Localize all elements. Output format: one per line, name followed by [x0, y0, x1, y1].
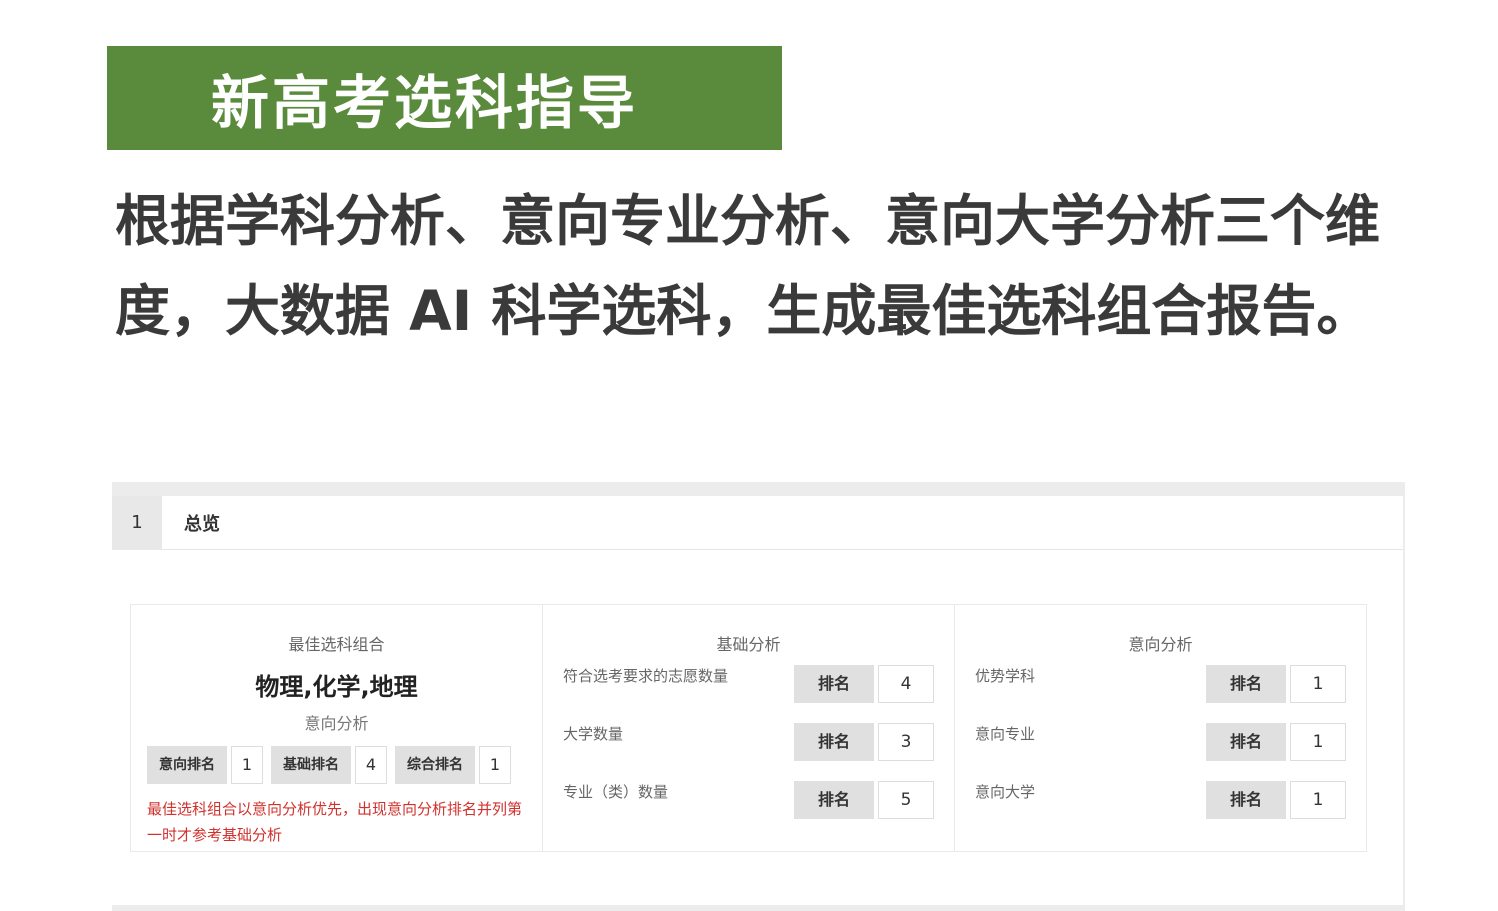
rank-value: 1: [1290, 781, 1346, 819]
tab-overview[interactable]: 总览: [184, 510, 220, 536]
banner-title: 新高考选科指导: [210, 69, 638, 137]
tab-bar: 1 总览: [112, 495, 1403, 550]
best-combo-title: 最佳选科组合: [288, 635, 385, 654]
basic-row: 大学数量 排名 3: [563, 713, 934, 771]
intent-row-label: 意向专业: [975, 725, 1036, 743]
rank-label: 排名: [1206, 723, 1286, 761]
basic-row-label: 专业（类）数量: [563, 783, 669, 801]
analysis-grid: 最佳选科组合 物理,化学,地理 意向分析 意向排名 1 基础排名 4 综合排名 …: [130, 604, 1367, 852]
intent-row: 意向专业 排名 1: [975, 713, 1346, 771]
intent-row-label: 优势学科: [975, 667, 1036, 685]
overview-panel: 1 总览 最佳选科组合 物理,化学,地理 意向分析 意向排名 1 基础排名 4 …: [112, 482, 1405, 908]
intent-analysis-title: 意向分析: [1128, 635, 1193, 654]
tab-number[interactable]: 1: [112, 495, 162, 550]
basic-rank-value: 4: [355, 746, 387, 784]
best-combo-note: 最佳选科组合以意向分析优先，出现意向分析排名并列第一时才参考基础分析: [147, 800, 523, 844]
basic-analysis-column: 基础分析 符合选考要求的志愿数量 排名 4 大学数量 排名 3 专业（类）数量 …: [543, 605, 955, 851]
basic-rank-label: 基础排名: [271, 746, 351, 784]
overall-rank-label: 综合排名: [395, 746, 475, 784]
overall-rank-value: 1: [479, 746, 511, 784]
rank-value: 5: [878, 781, 934, 819]
intent-row-label: 意向大学: [975, 783, 1036, 801]
intent-rank-value: 1: [231, 746, 263, 784]
rank-value: 4: [878, 665, 934, 703]
basic-row: 专业（类）数量 排名 5: [563, 771, 934, 829]
best-combo-column: 最佳选科组合 物理,化学,地理 意向分析 意向排名 1 基础排名 4 综合排名 …: [131, 605, 543, 851]
basic-row-label: 大学数量: [563, 725, 624, 743]
rank-label: 排名: [794, 723, 874, 761]
intent-rank-label: 意向排名: [147, 746, 227, 784]
rank-label: 排名: [794, 781, 874, 819]
best-combo-subtitle: 意向分析: [304, 714, 369, 733]
basic-analysis-title: 基础分析: [716, 635, 781, 654]
rank-label: 排名: [1206, 781, 1286, 819]
rank-value: 3: [878, 723, 934, 761]
rank-label: 排名: [794, 665, 874, 703]
title-banner: 新高考选科指导: [107, 46, 782, 150]
rank-value: 1: [1290, 665, 1346, 703]
panel-bottom-border: [112, 905, 1405, 911]
intent-analysis-column: 意向分析 优势学科 排名 1 意向专业 排名 1 意向大学 排名 1: [955, 605, 1366, 851]
intent-row: 优势学科 排名 1: [975, 655, 1346, 713]
rank-value: 1: [1290, 723, 1346, 761]
rank-row: 意向排名 1 基础排名 4 综合排名 1: [147, 746, 542, 784]
intro-text: 根据学科分析、意向专业分析、意向大学分析三个维度，大数据 AI 科学选科，生成最…: [115, 189, 1381, 343]
basic-row-label: 符合选考要求的志愿数量: [563, 667, 729, 685]
basic-row: 符合选考要求的志愿数量 排名 4: [563, 655, 934, 713]
best-combo-value: 物理,化学,地理: [255, 673, 418, 701]
intent-row: 意向大学 排名 1: [975, 771, 1346, 829]
rank-label: 排名: [1206, 665, 1286, 703]
